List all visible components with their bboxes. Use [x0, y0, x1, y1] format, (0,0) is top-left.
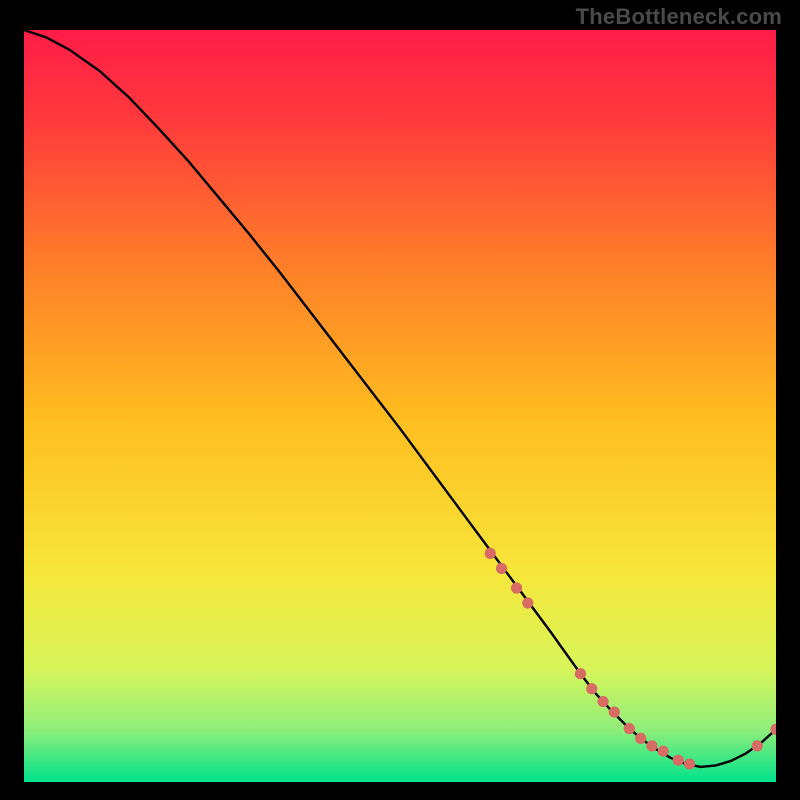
- plot-area: [24, 30, 776, 782]
- highlight-marker: [673, 755, 684, 766]
- highlight-marker: [496, 563, 507, 574]
- chart-stage: TheBottleneck.com: [0, 0, 800, 800]
- highlight-marker: [597, 696, 608, 707]
- highlight-marker: [624, 723, 635, 734]
- highlight-marker: [511, 582, 522, 593]
- highlight-marker: [609, 706, 620, 717]
- plot-svg: [24, 30, 776, 782]
- highlight-marker: [522, 597, 533, 608]
- highlight-marker: [575, 668, 586, 679]
- highlight-marker: [684, 758, 695, 769]
- watermark-text: TheBottleneck.com: [576, 4, 782, 30]
- highlight-marker: [658, 746, 669, 757]
- highlight-marker: [485, 548, 496, 559]
- highlight-marker: [635, 733, 646, 744]
- highlight-marker: [752, 740, 763, 751]
- highlight-marker: [646, 740, 657, 751]
- gradient-background: [24, 30, 776, 782]
- highlight-marker: [586, 683, 597, 694]
